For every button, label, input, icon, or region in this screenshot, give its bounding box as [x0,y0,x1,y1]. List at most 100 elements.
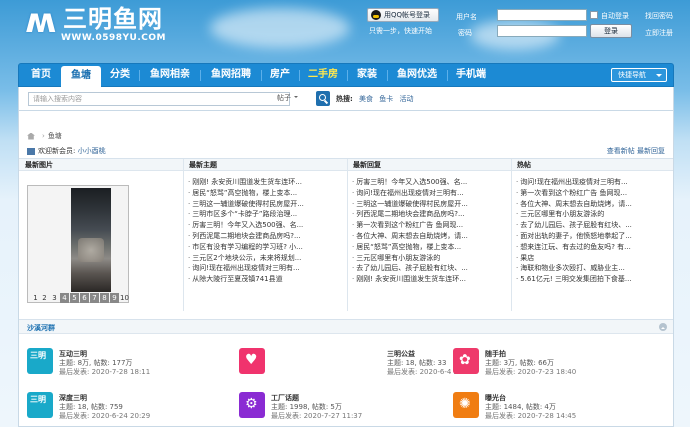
photo-page-number[interactable]: 2 [40,293,49,303]
forum-item[interactable]: ✺ 曝光台 主题: 1484, 帖数: 4万 最后发表: 2020-7-28 14:4… [453,392,653,427]
forum-last-post: 最后发表: 2020-7-27 11:37 [271,412,363,420]
qq-login-tip: 只需一步，快速开始 [369,27,432,35]
reply-item[interactable]: 询问!现在福州出现疫情对三明有... [352,188,502,199]
nav-divider [347,70,348,81]
hot-term-link[interactable]: 美食 [359,95,373,103]
username-input[interactable] [497,9,587,21]
nav-divider [447,70,448,81]
nav-item-home[interactable]: 首页 [23,64,59,86]
hot-post-item[interactable]: 想来连江玩、有去过的鱼友吗? 有... [516,242,666,253]
reply-item[interactable]: 三元区哪里有小朋友游泳的 [352,253,502,264]
forum-item[interactable]: 深度三明主题: 18, 帖数: 759最后发表: 2020-6-24 20:29 [27,392,227,427]
heart-hand-icon[interactable]: ♥ [239,348,265,374]
camera-icon-glyph: ✿ [459,352,471,368]
breadcrumb-current[interactable]: 鱼塘 [48,132,62,140]
forgot-password-link[interactable]: 找回密码 [645,11,673,21]
chevron-down-icon [656,74,662,80]
latest-photo[interactable] [71,188,111,292]
qq-login-button[interactable]: 用QQ帐号登录 [367,8,439,22]
nav-item-category[interactable]: 分类 [103,64,137,86]
topic-item[interactable]: 市区有没有学习编程的学习班? 小... [188,242,338,253]
topic-item[interactable]: 刚刚! 永安贡川围道发生货车连环... [188,177,338,188]
nav-item-jobs[interactable]: 鱼网招聘 [203,64,259,86]
latest-columns: 最新图片 最新主题 最新回复 热帖 12345678910 刚刚! 永安贡川围道… [19,158,673,311]
reply-item[interactable]: 第一次看到这个粉红广告 鱼网现... [352,220,502,231]
photo-page-number[interactable]: 10 [120,293,129,303]
photo-page-number[interactable]: 5 [70,293,79,303]
column-header-photos: 最新图片 [19,159,183,171]
latest-photo-slider[interactable]: 1 2 3 4 5 6 7 8 9 10 [27,185,129,303]
nav-item-secondhand[interactable]: 二手房 [301,64,345,86]
camera-icon[interactable]: ✿ [453,348,479,374]
member-icon [27,147,35,155]
hot-term-link[interactable]: 鱼卡 [379,95,393,103]
reply-item[interactable]: 列西泥尾二期地块会建商品房吗?... [352,209,502,220]
search-type-label: 帖子 [277,94,291,102]
topic-item[interactable]: 三元区2个地块公示，未来将规划... [188,253,338,264]
new-member-link[interactable]: 小小酉桃 [78,147,106,155]
search-type-select[interactable]: 帖子 [277,93,298,103]
nav-item-selected[interactable]: 鱼网优选 [389,64,445,86]
reply-item[interactable]: 居民“怒骂”高空抛物，楼上变本... [352,242,502,253]
gear-icon[interactable]: ⚙ [239,392,265,418]
forum-group-title: 沙溪河群 [27,324,55,332]
topic-item[interactable]: 列西泥尾二期地块会建商品房吗?... [188,231,338,242]
reply-item[interactable]: 去了幼儿园后、孩子屁股有红块、... [352,263,502,274]
reply-item[interactable]: 三明这一辅道爆破使得村民房屋开... [352,199,502,210]
quick-nav-button[interactable]: 快捷导航 [611,68,667,82]
photo-page-number[interactable]: 6 [80,293,89,303]
topic-item[interactable]: 询问!现在福州出现疫情对三明有... [188,263,338,274]
hot-post-item[interactable]: 第一次看到这个粉红广告 鱼网现... [516,188,666,199]
site-logo[interactable]: ʍ 三明鱼网 WWW.0598YU.COM [25,4,175,46]
logo-url: WWW.0598YU.COM [61,33,166,43]
sanming-logo-icon[interactable] [27,392,53,418]
hot-post-item[interactable]: 询问!现在福州出现疫情对三明有... [516,177,666,188]
hot-post-item[interactable]: 5.61亿元! 三明交发集团拍下食基... [516,274,666,285]
nav-item-yutang[interactable]: 鱼塘 [61,66,101,87]
nav-item-realestate[interactable]: 房产 [263,64,297,86]
topic-item[interactable]: 厉害三明！今年又入选500强、名... [188,220,338,231]
topic-item[interactable]: 从除大陵行至夏茂镇741县道 [188,274,338,285]
photo-pagination: 1 2 3 4 5 6 7 8 9 10 [28,293,129,303]
hot-post-item[interactable]: 各位大神、周末想去自助烧烤，请... [516,199,666,210]
topic-item[interactable]: 居民“怒骂”高空抛物，楼上变本... [188,188,338,199]
photo-page-number[interactable]: 3 [50,293,59,303]
topic-item[interactable]: 三明市区多个“卡脖子”路段治理... [188,209,338,220]
hot-post-item[interactable]: 三元区哪里有小朋友游泳的 [516,209,666,220]
forum-last-post: 最后发表: 2020-6-24 20:29 [59,412,151,420]
register-link[interactable]: 立即注册 [645,28,673,38]
username-label: 用户名 [456,13,477,21]
reply-item[interactable]: 各位大神、周末想去自助烧烤，请... [352,231,502,242]
hot-post-item[interactable]: 海联和物业多次殴打、威胁业主... [516,263,666,274]
hot-post-item[interactable]: 去了幼儿园后、孩子屁股有红块、... [516,220,666,231]
search-icon[interactable] [316,91,330,106]
topic-item[interactable]: 三明这一辅道爆破使得村民房屋开... [188,199,338,210]
login-button[interactable]: 登录 [590,24,632,38]
hot-post-item[interactable]: 面对出轨的妻子，他愤怒地拳起了... [516,231,666,242]
forum-item[interactable]: ⚙ 工厂话题 主题: 1998, 帖数: 5万 最后发表: 2020-7-27 11:… [239,392,439,427]
hot-term-link[interactable]: 活动 [400,95,414,103]
reply-item[interactable]: 厉害三明！今年又入选500强、名... [352,177,502,188]
view-links[interactable]: 查看新帖 最新回复 [607,146,665,156]
forum-item[interactable]: ✿ 随手拍 主题: 3万, 帖数: 66万 最后发表: 2020-7-23 18:40 [453,348,653,384]
remember-checkbox[interactable] [590,11,598,19]
reply-item[interactable]: 刚刚! 永安贡川围道发生货车连环... [352,274,502,285]
photo-page-number[interactable]: 7 [90,293,99,303]
photo-page-number[interactable]: 1 [31,293,40,303]
photo-page-number[interactable]: 8 [100,293,109,303]
photo-page-number[interactable]: 4 [60,293,69,303]
collapse-icon[interactable] [659,323,667,331]
search-input[interactable]: 请输入搜索内容 [28,92,290,106]
password-input[interactable] [497,25,587,37]
forum-item[interactable]: 互动三明主题: 8万, 帖数: 177万最后发表: 2020-7-28 18:1… [27,348,227,384]
bulb-icon[interactable]: ✺ [453,392,479,418]
nav-item-dating[interactable]: 鱼网相亲 [142,64,198,86]
hot-post-item[interactable]: 果店 [516,253,666,264]
sanming-logo-icon[interactable] [27,348,53,374]
home-icon[interactable] [27,132,35,140]
nav-item-decoration[interactable]: 家装 [349,64,385,86]
photo-page-number[interactable]: 9 [110,293,119,303]
nav-item-mobile[interactable]: 手机端 [449,64,493,86]
forum-item[interactable]: ♥鱼讯频道主题: 2万, 帖数: 32万最后发表: 2020-7-28 17:0… [239,348,269,384]
breadcrumb: › 鱼塘 [27,131,62,141]
